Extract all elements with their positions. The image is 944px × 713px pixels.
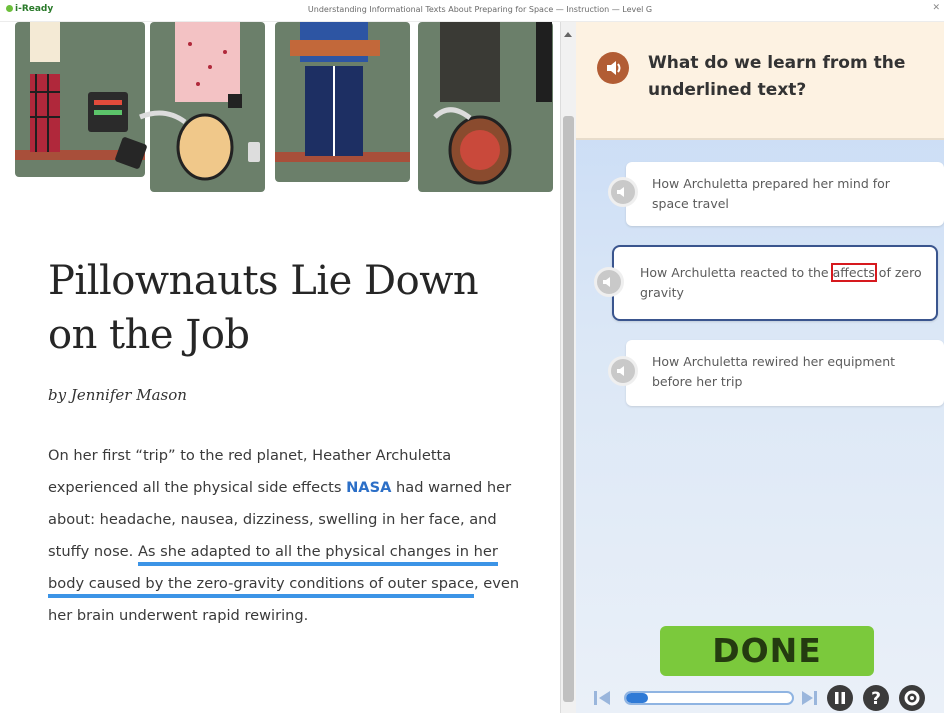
progress-fill	[626, 693, 648, 703]
answer-choice-3[interactable]: How Archuletta rewired her equipment bef…	[626, 340, 944, 406]
speaker-glyph	[603, 277, 610, 287]
question-pane: What do we learn from the underlined tex…	[576, 22, 944, 713]
question-text: What do we learn from the underlined tex…	[648, 53, 906, 100]
app-logo: i-Ready	[6, 4, 53, 14]
help-icon[interactable]: ?	[862, 684, 890, 712]
app-name: i-Ready	[15, 4, 54, 14]
highlighted-word: affects	[830, 263, 877, 282]
answer-choice-1-text: How Archuletta prepared her mind for spa…	[652, 176, 890, 211]
iready-lesson-window: i-Ready Understanding Informational Text…	[0, 0, 944, 713]
article-body: On her first “trip” to the red planet, H…	[48, 440, 538, 632]
choice-2-text-before: How Archuletta reacted to the	[640, 265, 833, 280]
article-scrollbar[interactable]	[560, 22, 576, 713]
playback-controls: ?	[586, 682, 944, 713]
title-bar: i-Ready Understanding Informational Text…	[0, 0, 944, 22]
choice-2-speaker-icon[interactable]	[594, 267, 624, 297]
answer-choice-3-text: How Archuletta rewired her equipment bef…	[652, 354, 896, 389]
scroll-up-icon[interactable]	[564, 32, 572, 37]
article-title-line-2: on the Job	[48, 312, 250, 358]
article-illustration	[15, 22, 553, 192]
choice-1-speaker-icon[interactable]	[608, 177, 638, 207]
pause-icon[interactable]	[826, 684, 854, 712]
window-title: Understanding Informational Texts About …	[307, 5, 653, 14]
choice-3-speaker-icon[interactable]	[608, 356, 638, 386]
done-button[interactable]: DONE	[660, 626, 874, 676]
article-title: Pillownauts Lie Down on the Job	[48, 254, 548, 362]
logo-dot-icon	[6, 5, 13, 12]
article-title-line-1: Pillownauts Lie Down	[48, 258, 479, 304]
nasa-link[interactable]: NASA	[346, 479, 391, 496]
scroll-thumb[interactable]	[563, 116, 574, 702]
close-icon[interactable]: ✕	[932, 3, 940, 13]
speaker-glyph	[617, 187, 624, 197]
speaker-glyph	[607, 61, 621, 75]
article-pane: Pillownauts Lie Down on the Job by Jenni…	[0, 22, 560, 713]
speaker-icon[interactable]	[597, 52, 629, 84]
article-byline: by Jennifer Mason	[48, 386, 187, 404]
speaker-glyph	[617, 366, 624, 376]
skip-back-icon[interactable]	[592, 689, 614, 707]
answer-choice-2-selected[interactable]: How Archuletta reacted to the affects of…	[612, 245, 938, 321]
skip-forward-icon[interactable]	[798, 689, 820, 707]
progress-bar[interactable]	[624, 691, 794, 705]
answer-choice-1[interactable]: How Archuletta prepared her mind for spa…	[626, 162, 944, 226]
settings-icon[interactable]	[898, 684, 926, 712]
svg-text:?: ?	[871, 689, 881, 709]
question-header: What do we learn from the underlined tex…	[576, 22, 944, 140]
answer-choice-2-text: How Archuletta reacted to the affects of…	[640, 263, 930, 303]
